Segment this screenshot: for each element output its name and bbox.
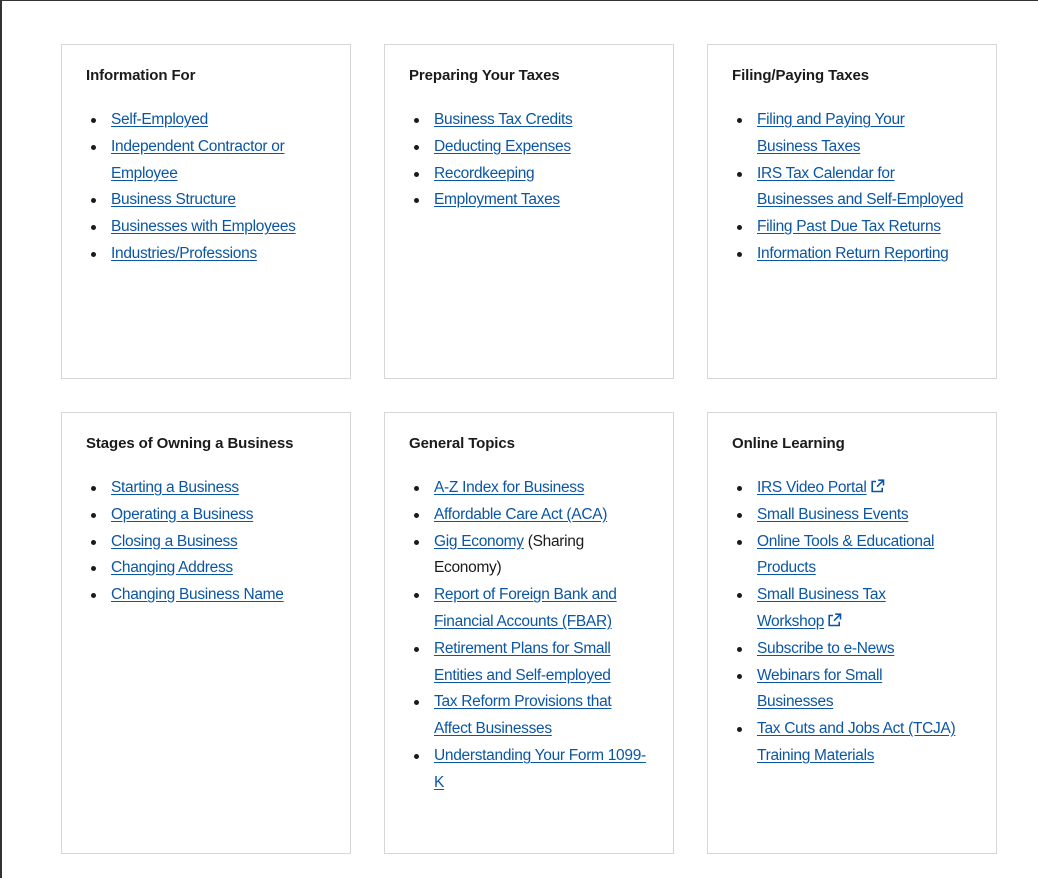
link-operating-a-business[interactable]: Operating a Business [111, 506, 254, 523]
link-starting-a-business[interactable]: Starting a Business [111, 479, 239, 496]
link-understanding-1099k[interactable]: Understanding Your Form 1099-K [434, 747, 646, 791]
link-a-z-index[interactable]: A-Z Index for Business [434, 479, 584, 496]
list-item: Tax Reform Provisions that Affect Busine… [414, 689, 646, 743]
link-employment-taxes[interactable]: Employment Taxes [434, 191, 560, 208]
list-item: Self-Employed [91, 107, 343, 134]
link-list: Self-Employed Independent Contractor or … [86, 107, 343, 268]
link-deducting-expenses[interactable]: Deducting Expenses [434, 138, 571, 155]
card-filing-paying-taxes: Filing/Paying Taxes Filing and Paying Yo… [707, 44, 997, 379]
list-item: Tax Cuts and Jobs Act (TCJA) Training Ma… [737, 716, 979, 770]
list-item: Gig Economy (Sharing Economy) [414, 529, 646, 583]
list-item: Business Structure [91, 187, 343, 214]
card-title: Information For [86, 67, 196, 84]
link-recordkeeping[interactable]: Recordkeeping [434, 165, 535, 182]
link-information-return-reporting[interactable]: Information Return Reporting [757, 245, 949, 262]
list-item: Webinars for Small Businesses [737, 663, 917, 717]
list-item: Subscribe to e-News [737, 636, 979, 663]
list-item: Retirement Plans for Small Entities and … [414, 636, 646, 690]
list-item: Industries/Professions [91, 241, 343, 268]
link-business-tax-credits[interactable]: Business Tax Credits [434, 111, 573, 128]
link-small-business-tax-workshop[interactable]: Small Business Tax Workshop [757, 586, 886, 630]
list-item: Businesses with Employees [91, 214, 343, 241]
card-title: General Topics [409, 435, 515, 452]
link-gig-economy[interactable]: Gig Economy [434, 533, 524, 550]
list-item: Deducting Expenses [414, 134, 666, 161]
list-item: Starting a Business [91, 475, 343, 502]
card-title: Filing/Paying Taxes [732, 67, 870, 84]
card-title: Online Learning [732, 435, 845, 452]
link-list: A-Z Index for Business Affordable Care A… [409, 475, 646, 797]
link-irs-tax-calendar[interactable]: IRS Tax Calendar for Businesses and Self… [757, 165, 963, 209]
link-fbar[interactable]: Report of Foreign Bank and Financial Acc… [434, 586, 617, 630]
list-item: Filing Past Due Tax Returns [737, 214, 967, 241]
card-title: Stages of Owning a Business [86, 435, 294, 452]
link-list: Starting a Business Operating a Business… [86, 475, 343, 609]
list-item: IRS Video Portal [737, 475, 979, 502]
list-item: Business Tax Credits [414, 107, 666, 134]
link-list: IRS Video Portal Small Business Events O… [732, 475, 979, 770]
link-retirement-plans[interactable]: Retirement Plans for Small Entities and … [434, 640, 611, 684]
link-industries-professions[interactable]: Industries/Professions [111, 245, 257, 262]
list-item: A-Z Index for Business [414, 475, 646, 502]
link-filing-and-paying[interactable]: Filing and Paying Your Business Taxes [757, 111, 905, 155]
link-independent-contractor[interactable]: Independent Contractor or Employee [111, 138, 285, 182]
link-businesses-with-employees[interactable]: Businesses with Employees [111, 218, 296, 235]
card-online-learning: Online Learning IRS Video Portal Small B… [707, 412, 997, 854]
link-subscribe-enews[interactable]: Subscribe to e-News [757, 640, 895, 657]
card-information-for: Information For Self-Employed Independen… [61, 44, 351, 379]
list-item: Employment Taxes [414, 187, 666, 214]
link-webinars[interactable]: Webinars for Small Businesses [757, 667, 883, 711]
link-small-business-events[interactable]: Small Business Events [757, 506, 909, 523]
list-item: Changing Address [91, 555, 343, 582]
list-item: Online Tools & Educational Products [737, 529, 979, 583]
list-item: Understanding Your Form 1099-K [414, 743, 646, 797]
link-filing-past-due[interactable]: Filing Past Due Tax Returns [757, 218, 941, 235]
link-changing-address[interactable]: Changing Address [111, 559, 233, 576]
list-item: Recordkeeping [414, 161, 666, 188]
list-item: Operating a Business [91, 502, 343, 529]
list-item: Closing a Business [91, 529, 343, 556]
link-tax-reform-provisions[interactable]: Tax Reform Provisions that Affect Busine… [434, 693, 612, 737]
link-changing-business-name[interactable]: Changing Business Name [111, 586, 284, 603]
link-list: Filing and Paying Your Business Taxes IR… [732, 107, 967, 268]
external-link-icon [827, 613, 842, 627]
list-item: Independent Contractor or Employee [91, 134, 343, 188]
external-link-icon [870, 479, 885, 493]
link-closing-a-business[interactable]: Closing a Business [111, 533, 238, 550]
list-item: Report of Foreign Bank and Financial Acc… [414, 582, 646, 636]
list-item: Changing Business Name [91, 582, 343, 609]
link-irs-video-portal[interactable]: IRS Video Portal [757, 479, 867, 496]
card-preparing-your-taxes: Preparing Your Taxes Business Tax Credit… [384, 44, 674, 379]
card-stages-of-owning: Stages of Owning a Business Starting a B… [61, 412, 351, 854]
list-item: Information Return Reporting [737, 241, 967, 268]
list-item: Affordable Care Act (ACA) [414, 502, 646, 529]
link-business-structure[interactable]: Business Structure [111, 191, 236, 208]
link-affordable-care-act[interactable]: Affordable Care Act (ACA) [434, 506, 607, 523]
link-tcja-training[interactable]: Tax Cuts and Jobs Act (TCJA) Training Ma… [757, 720, 956, 764]
card-general-topics: General Topics A-Z Index for Business Af… [384, 412, 674, 854]
page-frame: Information For Self-Employed Independen… [0, 0, 1038, 878]
link-self-employed[interactable]: Self-Employed [111, 111, 208, 128]
list-item: Filing and Paying Your Business Taxes [737, 107, 967, 161]
card-title: Preparing Your Taxes [409, 67, 560, 84]
list-item: Small Business Events [737, 502, 979, 529]
link-list: Business Tax Credits Deducting Expenses … [409, 107, 666, 214]
list-item: Small Business Tax Workshop [737, 582, 897, 636]
link-online-tools[interactable]: Online Tools & Educational Products [757, 533, 934, 577]
list-item: IRS Tax Calendar for Businesses and Self… [737, 161, 967, 215]
